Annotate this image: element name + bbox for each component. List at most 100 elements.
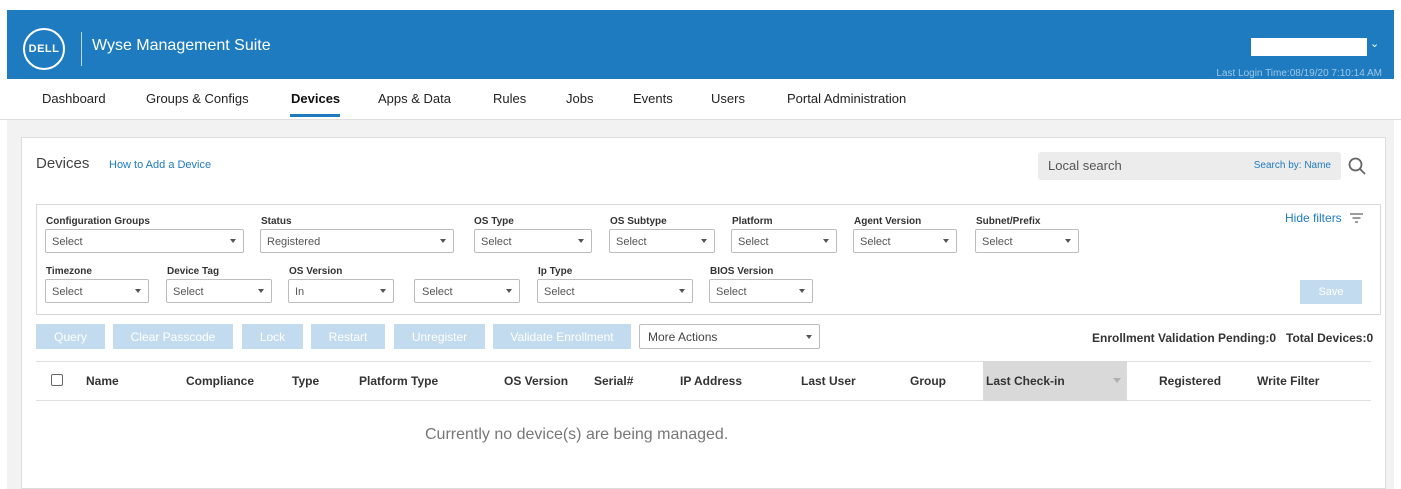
column-header-ip-address[interactable]: IP Address: [680, 374, 742, 388]
filter-label-os-type: OS Type: [474, 216, 514, 227]
app-title: Wyse Management Suite: [92, 37, 271, 54]
agent-version-value: Select: [860, 236, 891, 248]
status-select[interactable]: Registered: [260, 229, 454, 253]
tab-events[interactable]: Events: [633, 91, 673, 106]
caret-down-icon: [806, 335, 812, 339]
platform-value: Select: [738, 236, 769, 248]
search-by-selector[interactable]: Search by: Name: [1254, 160, 1331, 171]
column-header-os-version[interactable]: OS Version: [504, 374, 568, 388]
page-title: Devices: [36, 155, 90, 172]
bios-version-value: Select: [716, 286, 747, 298]
clear-passcode-button[interactable]: Clear Passcode: [113, 324, 233, 349]
os-type-select[interactable]: Select: [474, 229, 592, 253]
select-all-checkbox[interactable]: [51, 374, 63, 386]
more-actions-select[interactable]: More Actions: [639, 324, 820, 349]
os-version-operator-select[interactable]: In: [288, 279, 394, 303]
restart-button[interactable]: Restart: [311, 324, 385, 349]
chevron-down-icon[interactable]: ⌄: [1370, 37, 1379, 50]
caret-down-icon: [230, 239, 236, 243]
caret-down-icon: [440, 239, 446, 243]
column-header-last-check-in[interactable]: Last Check-in: [986, 374, 1065, 388]
sort-caret-icon[interactable]: [1113, 378, 1121, 383]
os-type-value: Select: [481, 236, 512, 248]
caret-down-icon: [799, 289, 805, 293]
column-header-registered[interactable]: Registered: [1159, 374, 1221, 388]
subnet-prefix-select[interactable]: Select: [975, 229, 1079, 253]
filter-label-bios-version: BIOS Version: [710, 266, 774, 277]
timezone-select[interactable]: Select: [45, 279, 149, 303]
os-version-operator-value: In: [295, 286, 305, 298]
filter-label-platform: Platform: [732, 216, 773, 227]
os-subtype-value: Select: [616, 236, 647, 248]
unregister-button[interactable]: Unregister: [394, 324, 485, 349]
column-header-last-user[interactable]: Last User: [801, 374, 856, 388]
agent-version-select[interactable]: Select: [853, 229, 957, 253]
column-header-compliance[interactable]: Compliance: [186, 374, 254, 388]
filter-label-config-groups: Configuration Groups: [46, 216, 150, 227]
caret-down-icon: [701, 239, 707, 243]
tab-groups-configs[interactable]: Groups & Configs: [146, 91, 249, 106]
empty-table-message: Currently no device(s) are being managed…: [425, 426, 729, 443]
config-groups-select[interactable]: Select: [45, 229, 244, 253]
timezone-value: Select: [52, 286, 83, 298]
total-devices-count: Total Devices:0: [1286, 331, 1374, 345]
search-icon[interactable]: [1348, 157, 1366, 175]
column-header-serial[interactable]: Serial#: [594, 374, 633, 388]
device-tag-value: Select: [173, 286, 204, 298]
validate-enrollment-button[interactable]: Validate Enrollment: [493, 324, 631, 349]
caret-down-icon: [823, 239, 829, 243]
filter-icon[interactable]: [1350, 212, 1363, 224]
filter-label-subnet-prefix: Subnet/Prefix: [976, 216, 1041, 227]
bios-version-select[interactable]: Select: [709, 279, 813, 303]
config-groups-value: Select: [52, 236, 83, 248]
column-header-group[interactable]: Group: [910, 374, 946, 388]
logo-divider: [81, 32, 82, 66]
tab-devices[interactable]: Devices: [291, 91, 340, 106]
tab-jobs[interactable]: Jobs: [566, 91, 593, 106]
dell-logo[interactable]: DELL: [23, 28, 65, 70]
os-subtype-select[interactable]: Select: [609, 229, 715, 253]
os-version-value-select[interactable]: Select: [414, 279, 520, 303]
column-header-write-filter[interactable]: Write Filter: [1257, 374, 1319, 388]
more-actions-value: More Actions: [648, 330, 718, 344]
caret-down-icon: [1065, 239, 1071, 243]
user-account-field[interactable]: [1251, 38, 1367, 56]
tab-rules[interactable]: Rules: [493, 91, 526, 106]
filter-label-agent-version: Agent Version: [854, 216, 922, 227]
query-button[interactable]: Query: [36, 324, 105, 349]
tab-dashboard[interactable]: Dashboard: [42, 91, 106, 106]
platform-select[interactable]: Select: [731, 229, 837, 253]
filter-label-status: Status: [261, 216, 292, 227]
last-login-time: Last Login Time:08/19/20 7:10:14 AM: [1216, 68, 1382, 79]
top-header-bar: DELL Wyse Management Suite ⌄ Last Login …: [7, 10, 1394, 79]
filter-label-timezone: Timezone: [46, 266, 92, 277]
tab-portal-administration[interactable]: Portal Administration: [787, 91, 906, 106]
main-navigation: Dashboard Groups & Configs Devices Apps …: [0, 79, 1401, 120]
column-header-type[interactable]: Type: [292, 374, 319, 388]
filter-label-os-version: OS Version: [289, 266, 343, 277]
column-header-name[interactable]: Name: [86, 374, 119, 388]
tab-apps-data[interactable]: Apps & Data: [378, 91, 451, 106]
how-to-add-device-link[interactable]: How to Add a Device: [109, 159, 211, 171]
caret-down-icon: [679, 289, 685, 293]
search-input[interactable]: [1048, 158, 1238, 173]
save-filters-button[interactable]: Save: [1300, 280, 1362, 304]
lock-button[interactable]: Lock: [242, 324, 303, 349]
enrollment-validation-pending-count: Enrollment Validation Pending:0: [1092, 331, 1277, 345]
caret-down-icon: [506, 289, 512, 293]
active-tab-indicator: [290, 114, 340, 117]
search-box: Search by: Name: [1038, 152, 1341, 180]
column-header-platform-type[interactable]: Platform Type: [359, 374, 438, 388]
subnet-prefix-value: Select: [982, 236, 1013, 248]
filter-label-device-tag: Device Tag: [167, 266, 220, 277]
tab-users[interactable]: Users: [711, 91, 745, 106]
device-tag-select[interactable]: Select: [166, 279, 272, 303]
caret-down-icon: [258, 289, 264, 293]
hide-filters-link[interactable]: Hide filters: [1285, 211, 1342, 225]
ip-type-value: Select: [544, 286, 575, 298]
filter-label-os-subtype: OS Subtype: [610, 216, 667, 227]
os-version-value: Select: [422, 286, 453, 298]
ip-type-select[interactable]: Select: [537, 279, 693, 303]
caret-down-icon: [135, 289, 141, 293]
filter-label-ip-type: Ip Type: [538, 266, 573, 277]
